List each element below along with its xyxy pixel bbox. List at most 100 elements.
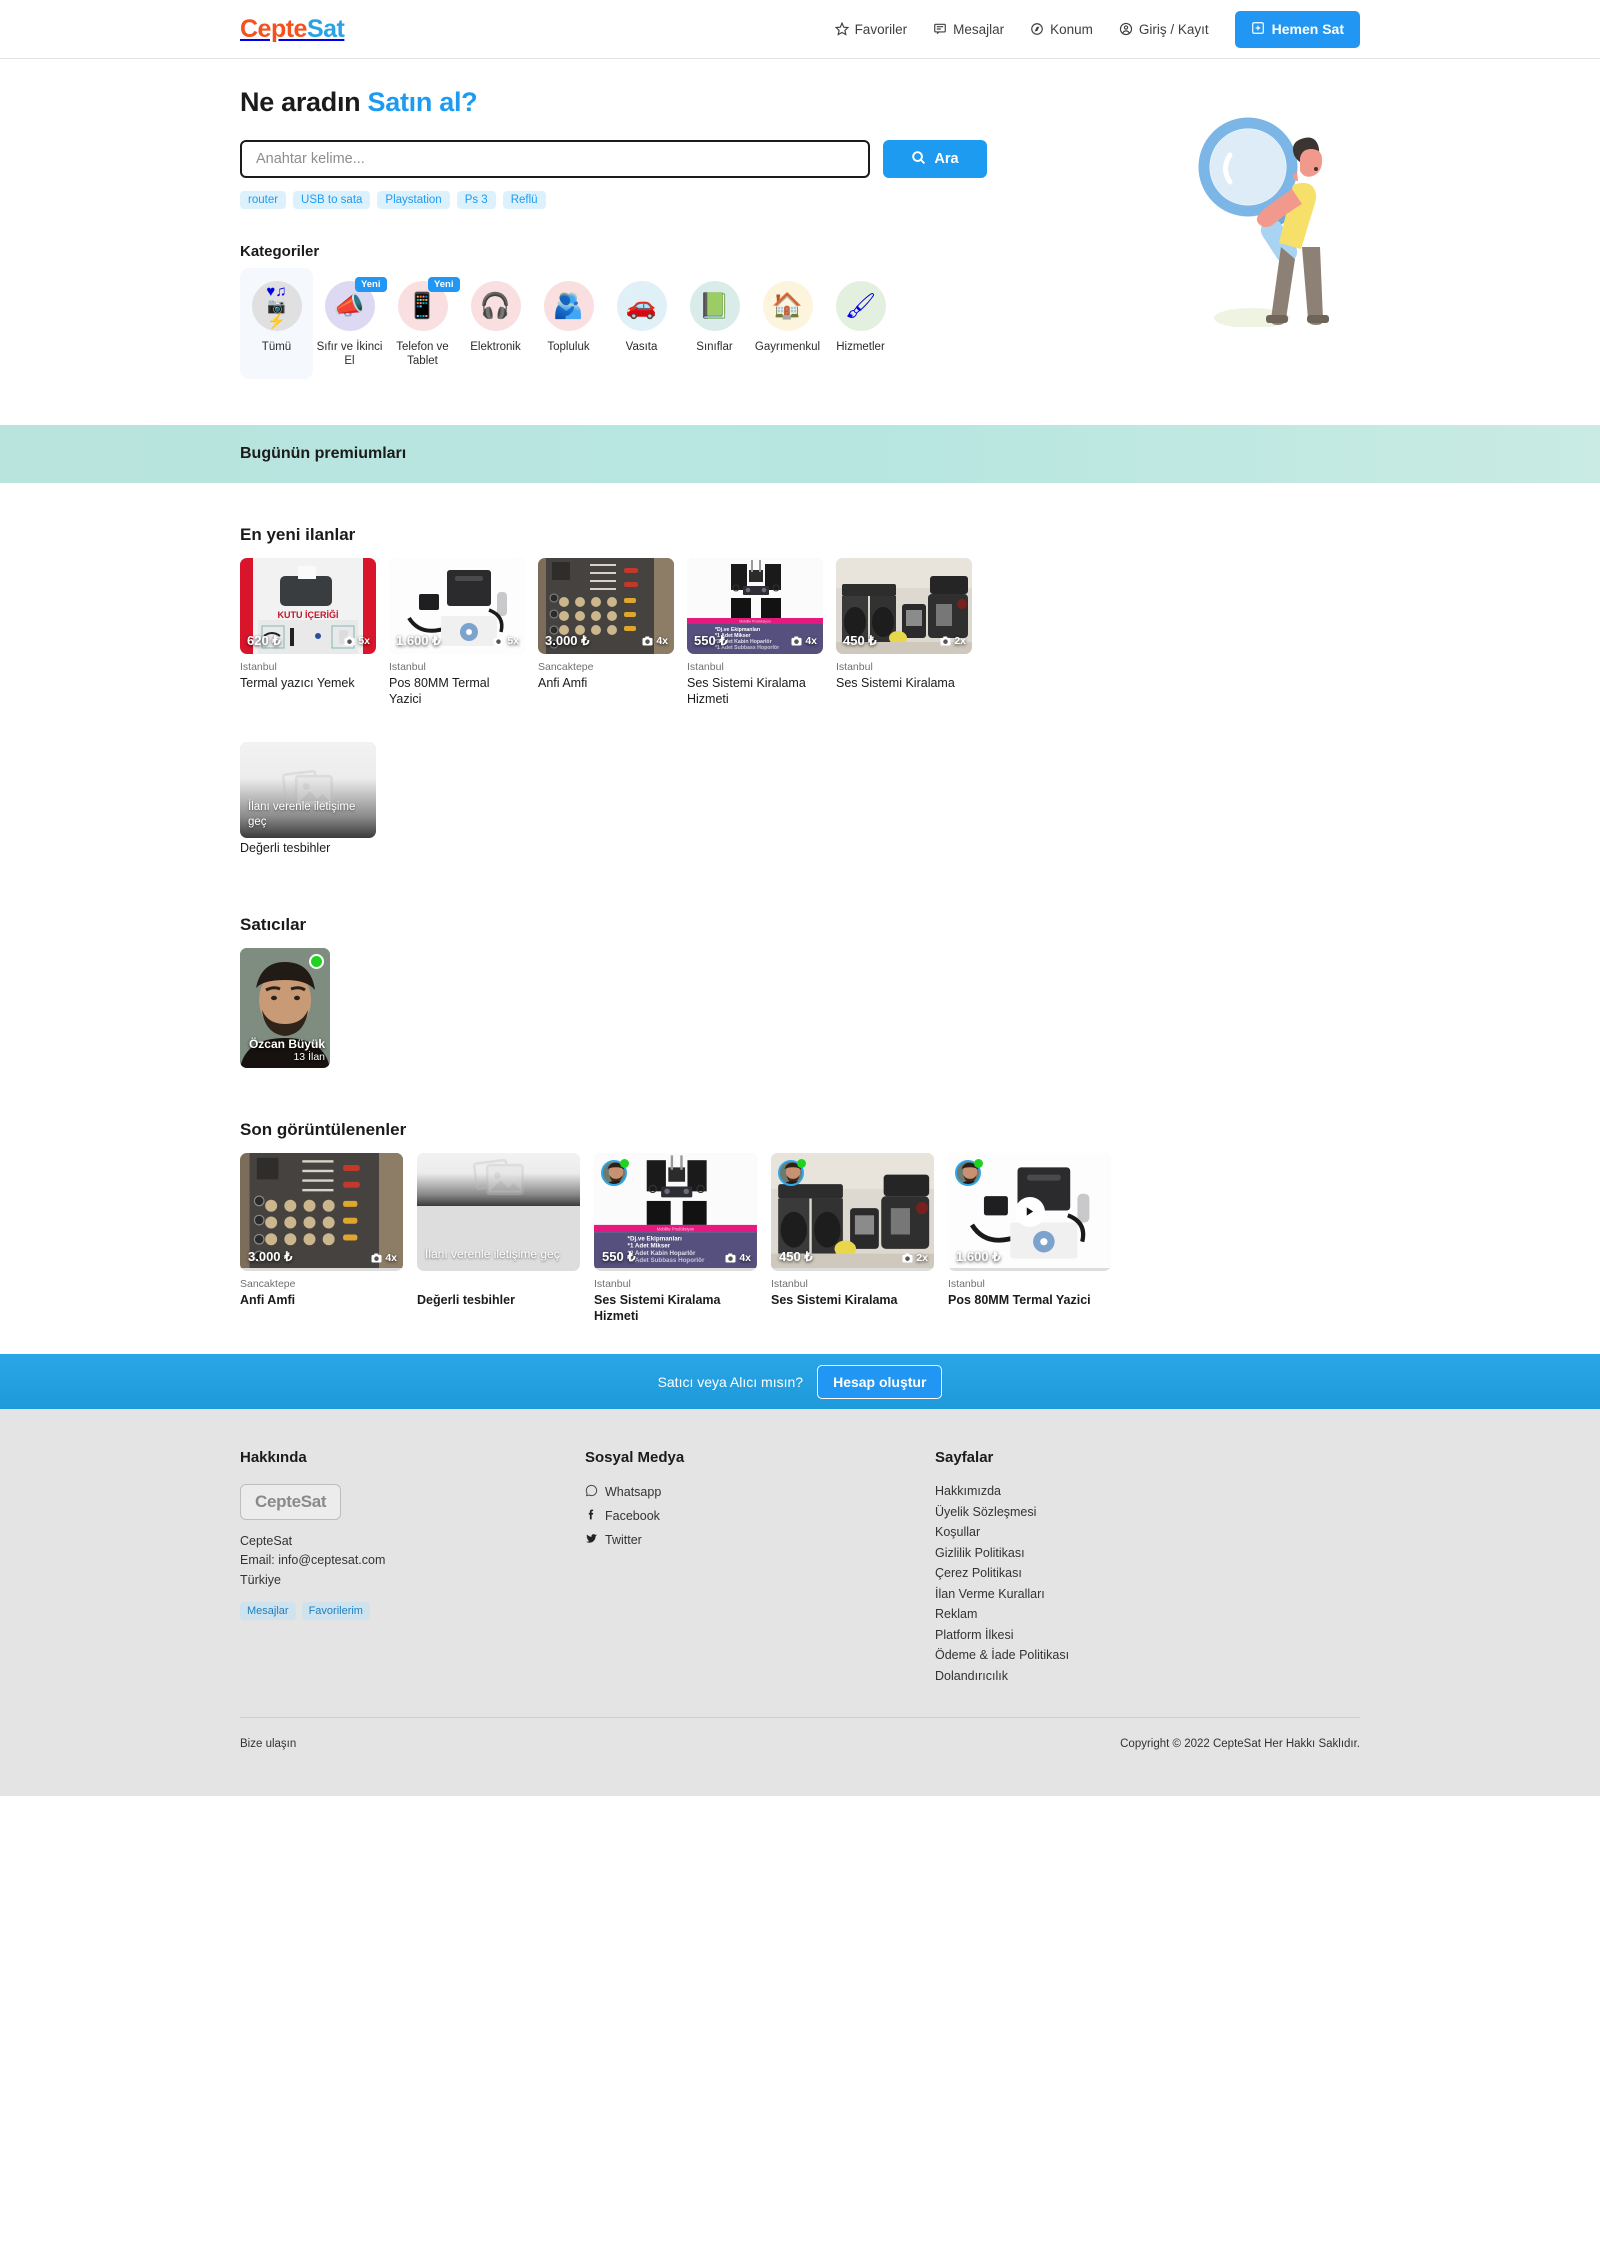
category-item-phone-tablet[interactable]: 📱 Yeni Telefon ve Tablet [386, 268, 460, 379]
listing-location: Istanbul [389, 660, 426, 673]
social-link-facebook[interactable]: Facebook [585, 1508, 935, 1524]
search-input[interactable] [240, 140, 870, 178]
category-label: Telefon ve Tablet [396, 341, 449, 368]
category-item-car[interactable]: 🚗 Vasıta [605, 268, 678, 379]
photo-count: 4x [371, 1252, 397, 1264]
search-tag[interactable]: router [240, 191, 287, 209]
create-account-button[interactable]: Hesap oluştur [817, 1364, 943, 1399]
logo-text-part1: Cepte [240, 14, 307, 43]
footer-about-line1: CepteSat [240, 1534, 293, 1548]
listing-image: *Dj.ve Ekipmanları *1 Adet Mikser *2 Ade… [594, 1152, 757, 1271]
category-label: Topluluk [547, 341, 590, 353]
footer-page-link[interactable]: Çerez Politikası [935, 1566, 1360, 1580]
premium-banner: Bugünün premiumları [0, 424, 1600, 483]
category-item-community[interactable]: 🫂 Topluluk [532, 268, 605, 379]
photo-count-label: 2x [954, 634, 966, 647]
footer-page-link[interactable]: Üyelik Sözleşmesi [935, 1505, 1360, 1519]
social-link-label: Whatsapp [605, 1485, 662, 1499]
recent-listing-card[interactable]: 3.000 ₺ 4x Sancaktepe Anfi Amfi [240, 1152, 403, 1325]
nav-item-mesajlar[interactable]: Mesajlar [933, 22, 1004, 37]
user-icon [1119, 22, 1133, 36]
category-item-electronics[interactable]: 🎧 Elektronik [459, 268, 532, 379]
footer-page-link[interactable]: Hakkımızda [935, 1484, 1360, 1498]
footer-col-pages: Sayfalar Hakkımızda Üyelik Sözleşmesi Koşu… [935, 1449, 1360, 1683]
photo-count: 4x [642, 635, 668, 647]
listing-price: 450 ₺ [779, 1248, 813, 1264]
footer-social-heading: Sosyal Medya [585, 1449, 685, 1466]
play-video-icon[interactable] [1014, 1196, 1045, 1227]
footer: Hakkında CepteSat CepteSat Email: info@c… [0, 1409, 1600, 1717]
classes-icon: 📗 [689, 281, 740, 331]
search-button[interactable]: Ara [883, 140, 987, 178]
online-status-dot [620, 1158, 629, 1168]
recent-listing-card[interactable]: *Dj.ve Ekipmanları *1 Adet Mikser *2 Ade… [594, 1152, 757, 1325]
categories-heading: Kategoriler [240, 243, 320, 260]
search-row: Ara [240, 140, 1360, 178]
hemen-sat-button[interactable]: Hemen Sat [1234, 10, 1360, 48]
listing-image: 450 ₺ 2x [771, 1152, 934, 1271]
recent-listing-card[interactable]: 1.600 ₺ Istanbul Pos 80MM Termal Yazici [948, 1152, 1111, 1325]
photo-count-label: 4x [385, 1251, 397, 1264]
site-logo[interactable]: CepteSat [240, 14, 345, 44]
hero-title-accent: Satın al? [367, 87, 478, 117]
nav-item-konum[interactable]: Konum [1030, 22, 1093, 37]
footer-page-link[interactable]: Gizlilik Politikası [935, 1546, 1360, 1560]
search-tag[interactable]: USB to sata [293, 191, 371, 209]
listing-card[interactable]: KUTU İÇERİĞİ 620 ₺ 5x Istanbul Termal yazıc… [240, 557, 376, 708]
newest-listings-section: En yeni ilanlar KUTU İÇERİĞİ 620 ₺ 5x Ista… [240, 483, 1360, 857]
footer-contact-link[interactable]: Bize ulaşın [240, 1738, 296, 1750]
listing-card[interactable]: İlanı verenle iletişime geç Değerli tesbi… [240, 742, 376, 856]
footer-chips: Mesajlar Favorilerim [240, 1602, 585, 1621]
new-badge: Yeni [354, 277, 387, 292]
listing-card[interactable]: 450 ₺ 2x Istanbul Ses Sistemi Kiralama [836, 557, 972, 708]
footer-chip-favorilerim[interactable]: Favorilerim [301, 1602, 370, 1621]
svg-text:*1 Adet Subbass Hoporlör: *1 Adet Subbass Hoporlör [628, 1257, 705, 1264]
footer-page-link[interactable]: Reklam [935, 1607, 1360, 1621]
listing-card[interactable]: *Dj.ve Ekipmanları *1 Adet Mikser *2 Ade… [687, 557, 823, 708]
listing-card[interactable]: 1.600 ₺ 5x Istanbul Pos 80MM Termal Yazici [389, 557, 525, 708]
category-item-megaphone[interactable]: 📣 Yeni Sıfır ve İkinci El [313, 268, 387, 379]
search-tag[interactable]: Reflü [502, 191, 546, 209]
category-item-all-categories[interactable]: ♥♫📷⚡ Tümü [240, 268, 313, 379]
category-item-paintroller[interactable]: 🖌 Hizmetler [824, 268, 897, 379]
community-icon: 🫂 [543, 281, 594, 331]
listing-image: İlanı verenle iletişime geç [240, 742, 376, 839]
search-tag[interactable]: Playstation [377, 191, 450, 209]
category-item-house[interactable]: 🏠 Gayrımenkul [751, 268, 824, 379]
social-link-whatsapp[interactable]: Whatsapp [585, 1484, 935, 1500]
category-label: Sınıflar [696, 341, 733, 353]
recent-listing-card[interactable]: 450 ₺ 2x Istanbul Ses Sistemi Kiralama [771, 1152, 934, 1325]
footer-page-link[interactable]: Platform İlkesi [935, 1628, 1360, 1642]
hero-title-plain: Ne aradın [240, 87, 368, 117]
facebook-icon [585, 1508, 598, 1524]
recent-listing-card[interactable]: İlanı verenle iletişime geç Değerli tesb… [417, 1152, 580, 1325]
footer-page-link[interactable]: Ödeme & İade Politikası [935, 1648, 1360, 1662]
listing-title: Pos 80MM Termal Yazici [948, 1292, 1091, 1307]
social-link-label: Facebook [605, 1509, 660, 1523]
nav-item-label: Giriş / Kayıt [1138, 21, 1209, 37]
recently-viewed-row[interactable]: 3.000 ₺ 4x Sancaktepe Anfi Amfi İlanı veren… [240, 1152, 1360, 1325]
svg-text:*Dj.ve Ekipmanları: *Dj.ve Ekipmanları [628, 1235, 683, 1242]
listing-location: Istanbul [594, 1277, 631, 1290]
nav-item-giris-kayit[interactable]: Giriş / Kayıt [1119, 22, 1209, 37]
footer-page-link[interactable]: Dolandırıcılık [935, 1669, 1360, 1683]
cta-text: Satıcı veya Alıcı mısın? [657, 1373, 804, 1390]
listing-card[interactable]: 3.000 ₺ 4x Sancaktepe Anfi Amfi [538, 557, 674, 708]
seller-card[interactable]: Özcan Büyük 13 İlan [240, 947, 330, 1068]
listing-price: 3.000 ₺ [248, 1248, 293, 1264]
house-icon: 🏠 [762, 281, 813, 331]
listing-title: Anfi Amfi [240, 1292, 296, 1307]
category-item-classes[interactable]: 📗 Sınıflar [678, 268, 751, 379]
footer-bottom-bar: Bize ulaşın Copyright © 2022 CepteSat He… [0, 1716, 1600, 1796]
social-link-twitter[interactable]: Twitter [585, 1532, 935, 1548]
nav-links-group: Favoriler Mesajlar Konum Giriş / Kayıt H… [834, 10, 1360, 48]
search-tag[interactable]: Ps 3 [456, 191, 496, 209]
photo-count-label: 4x [739, 1251, 751, 1264]
listing-title: Ses Sistemi Kiralama [771, 1292, 898, 1307]
nav-item-favoriler[interactable]: Favoriler [834, 22, 907, 37]
footer-chip-mesajlar[interactable]: Mesajlar [240, 1602, 296, 1621]
footer-page-link[interactable]: Koşullar [935, 1525, 1360, 1539]
footer-page-link[interactable]: İlan Verme Kuralları [935, 1587, 1360, 1601]
category-label: Tümü [261, 341, 292, 353]
listing-title: Değerli tesbihler [417, 1292, 515, 1307]
